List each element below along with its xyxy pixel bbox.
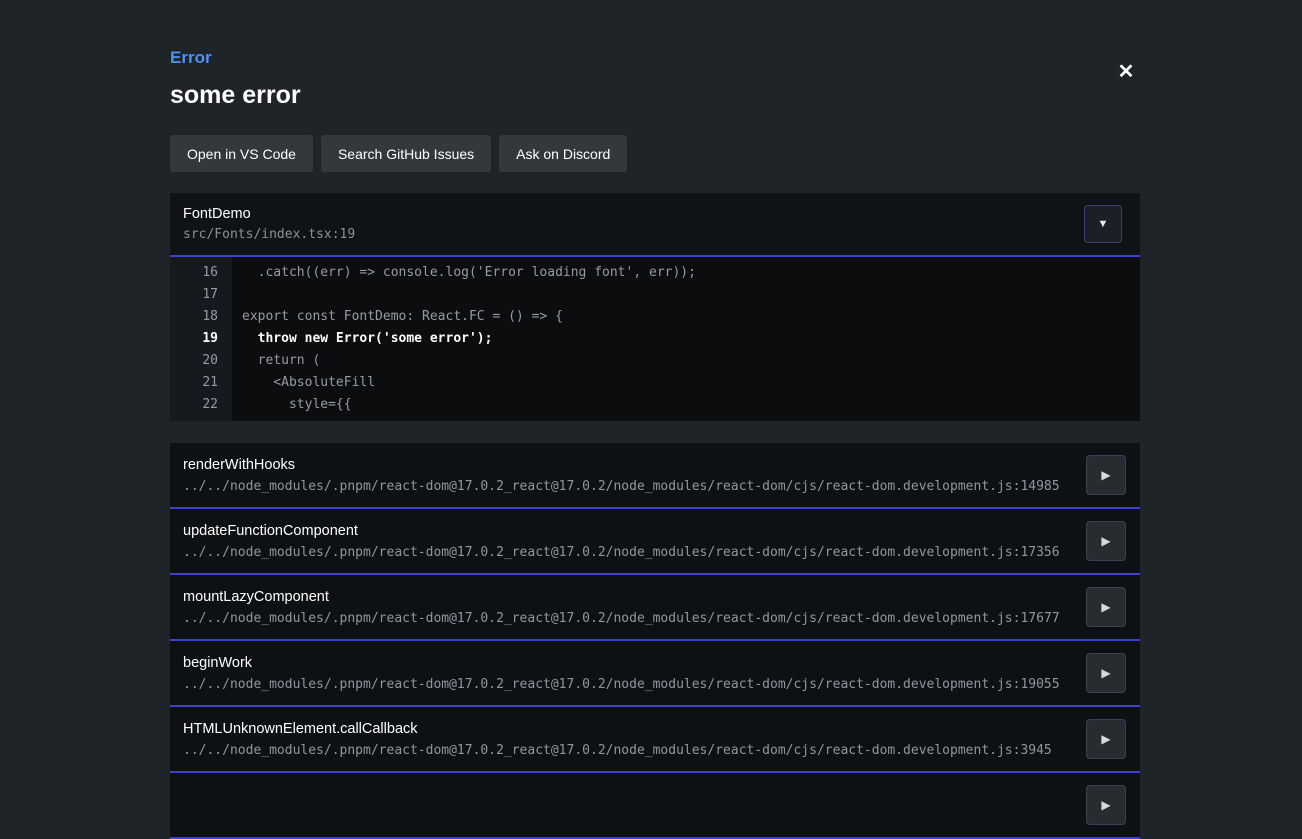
- frame-title: FontDemo: [183, 206, 355, 222]
- code-text: <AbsoluteFill: [232, 375, 375, 390]
- line-number: 16: [170, 265, 232, 280]
- frame-header-text: FontDemo src/Fonts/index.tsx:19: [183, 206, 355, 242]
- stack-frame-list: renderWithHooks ../../node_modules/.pnpm…: [170, 443, 1140, 839]
- stack-frame-info: renderWithHooks ../../node_modules/.pnpm…: [183, 457, 1086, 494]
- action-button[interactable]: Ask on Discord: [499, 135, 627, 172]
- stack-frame-row: beginWork ../../node_modules/.pnpm/react…: [170, 641, 1140, 707]
- code-text: throw new Error('some error');: [232, 331, 492, 346]
- stack-frame-info: mountLazyComponent ../../node_modules/.p…: [183, 589, 1086, 626]
- expand-frame-button[interactable]: ▶: [1086, 719, 1126, 759]
- line-number: 17: [170, 287, 232, 302]
- expand-frame-button[interactable]: ▶: [1086, 785, 1126, 825]
- play-triangle-icon: ▶: [1101, 468, 1110, 482]
- stack-frame-name: renderWithHooks: [183, 457, 1086, 473]
- code-line: 18 export const FontDemo: React.FC = () …: [170, 305, 1140, 327]
- error-kicker: Error: [170, 48, 1140, 68]
- code-line: 21 <AbsoluteFill: [170, 371, 1140, 393]
- stack-frame-row: HTMLUnknownElement.callCallback ../../no…: [170, 707, 1140, 773]
- play-triangle-icon: ▶: [1101, 732, 1110, 746]
- stack-frame-name: mountLazyComponent: [183, 589, 1086, 605]
- stack-frame-info: HTMLUnknownElement.callCallback ../../no…: [183, 721, 1086, 758]
- code-line: 22 style={{: [170, 393, 1140, 415]
- expand-frame-button[interactable]: ▶: [1086, 587, 1126, 627]
- code-line: 16 .catch((err) => console.log('Error lo…: [170, 261, 1140, 283]
- main-stack-frame: FontDemo src/Fonts/index.tsx:19 ▼ 16 .ca…: [170, 193, 1140, 421]
- play-triangle-icon: ▶: [1101, 798, 1110, 812]
- action-button[interactable]: Search GitHub Issues: [321, 135, 491, 172]
- expand-frame-button[interactable]: ▶: [1086, 521, 1126, 561]
- action-buttons: Open in VS Code Search GitHub Issues Ask…: [170, 135, 1140, 172]
- code-text: .catch((err) => console.log('Error loadi…: [232, 265, 696, 280]
- expand-frame-button[interactable]: ▶: [1086, 455, 1126, 495]
- error-overlay: Error some error Open in VS Code Search …: [170, 0, 1140, 839]
- stack-frame-path: ../../node_modules/.pnpm/react-dom@17.0.…: [183, 611, 1086, 626]
- stack-frame-name: HTMLUnknownElement.callCallback: [183, 721, 1086, 737]
- code-line: 17: [170, 283, 1140, 305]
- code-line: 20 return (: [170, 349, 1140, 371]
- play-triangle-icon: ▶: [1101, 600, 1110, 614]
- stack-frame-name: beginWork: [183, 655, 1086, 671]
- stack-frame-info: updateFunctionComponent ../../node_modul…: [183, 523, 1086, 560]
- line-number: 22: [170, 397, 232, 412]
- code-text: export const FontDemo: React.FC = () => …: [232, 309, 563, 324]
- line-number: 20: [170, 353, 232, 368]
- play-triangle-icon: ▶: [1101, 534, 1110, 548]
- code-snippet: 16 .catch((err) => console.log('Error lo…: [170, 257, 1140, 421]
- stack-frame-name: updateFunctionComponent: [183, 523, 1086, 539]
- collapse-frame-button[interactable]: ▼: [1084, 205, 1122, 243]
- code-text: return (: [232, 353, 320, 368]
- code-text: style={{: [232, 397, 352, 412]
- line-number: 18: [170, 309, 232, 324]
- stack-frame-path: ../../node_modules/.pnpm/react-dom@17.0.…: [183, 743, 1086, 758]
- chevron-down-icon: ▼: [1098, 218, 1109, 230]
- stack-frame-row: mountLazyComponent ../../node_modules/.p…: [170, 575, 1140, 641]
- line-number: 21: [170, 375, 232, 390]
- stack-frame-path: ../../node_modules/.pnpm/react-dom@17.0.…: [183, 677, 1086, 692]
- play-triangle-icon: ▶: [1101, 666, 1110, 680]
- frame-location: src/Fonts/index.tsx:19: [183, 227, 355, 242]
- stack-frame-row-partial: ▶: [170, 773, 1140, 839]
- line-number: 19: [170, 331, 232, 346]
- action-button[interactable]: Open in VS Code: [170, 135, 313, 172]
- frame-header: FontDemo src/Fonts/index.tsx:19 ▼: [170, 193, 1140, 257]
- stack-frame-row: updateFunctionComponent ../../node_modul…: [170, 509, 1140, 575]
- stack-frame-info: beginWork ../../node_modules/.pnpm/react…: [183, 655, 1086, 692]
- expand-frame-button[interactable]: ▶: [1086, 653, 1126, 693]
- stack-frame-path: ../../node_modules/.pnpm/react-dom@17.0.…: [183, 479, 1086, 494]
- page-title: some error: [170, 81, 1140, 110]
- stack-frame-path: ../../node_modules/.pnpm/react-dom@17.0.…: [183, 545, 1086, 560]
- code-line: 19 throw new Error('some error');: [170, 327, 1140, 349]
- stack-frame-row: renderWithHooks ../../node_modules/.pnpm…: [170, 443, 1140, 509]
